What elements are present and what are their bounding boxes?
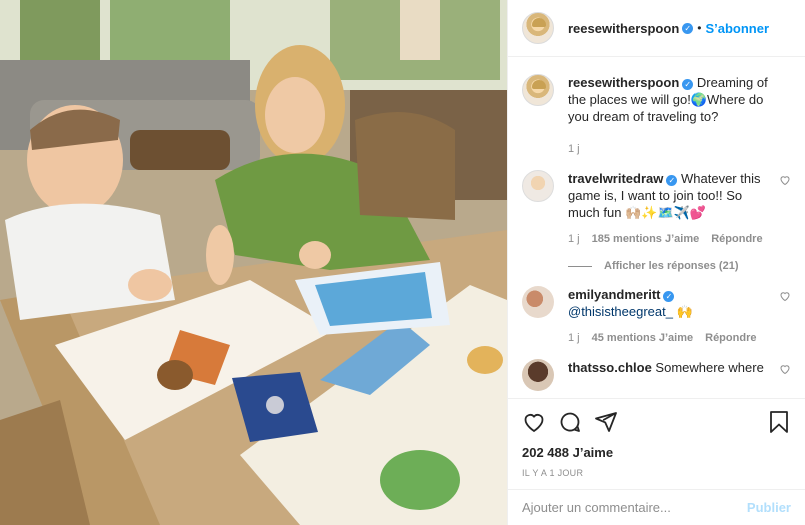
action-icons [522, 409, 791, 435]
reply-button[interactable]: Répondre [705, 330, 756, 347]
reply-button[interactable]: Répondre [711, 231, 762, 248]
caption-time[interactable]: 1 j [568, 141, 580, 158]
author-avatar[interactable] [522, 74, 554, 106]
view-replies-label: Afficher les réponses (21) [604, 260, 739, 272]
comments-list[interactable]: reesewitherspoon ✓ Dreaming of the places… [508, 58, 805, 398]
comment-composer: Publier [508, 489, 805, 525]
post-header: reesewitherspoon ✓ • S’abonner [508, 0, 805, 57]
comment-input[interactable] [522, 500, 747, 515]
post-actions: 202 488 J’aime IL Y A 1 JOUR [508, 398, 805, 478]
verified-icon: ✓ [682, 22, 694, 34]
like-count[interactable]: 202 488 J’aime [522, 445, 791, 460]
caption-username[interactable]: reesewitherspoon [568, 75, 679, 90]
comment-username[interactable]: travelwritedraw [568, 171, 663, 186]
view-replies-button[interactable]: Afficher les réponses (21) [568, 260, 791, 272]
comment-time[interactable]: 1 j [568, 231, 580, 248]
commenter-avatar[interactable] [522, 286, 554, 318]
commenter-avatar[interactable] [522, 359, 554, 391]
comment-likes[interactable]: 45 mentions J’aime [592, 330, 694, 347]
comment-time[interactable]: 1 j [568, 330, 580, 347]
comment-item: thatsso.chloe Somewhere where [522, 359, 791, 391]
author-username[interactable]: reesewitherspoon [568, 21, 679, 36]
replies-divider [568, 265, 592, 267]
bookmark-icon[interactable] [767, 410, 791, 434]
post-timestamp[interactable]: IL Y A 1 JOUR [522, 468, 791, 478]
publish-button[interactable]: Publier [747, 500, 791, 515]
verified-icon: ✓ [663, 291, 675, 302]
comment-username[interactable]: thatsso.chloe [568, 360, 652, 375]
commenter-avatar[interactable] [522, 170, 554, 202]
comment-item: travelwritedraw ✓ Whatever this game is, … [522, 170, 791, 248]
heart-icon[interactable] [779, 363, 791, 375]
verified-icon: ✓ [666, 175, 678, 186]
separator-dot: • [697, 21, 702, 35]
comment-item: emilyandmeritt ✓ @thisistheegreat_ 🙌 1 j … [522, 286, 791, 347]
heart-icon[interactable] [779, 290, 791, 302]
heart-icon[interactable] [522, 410, 546, 434]
comment-likes[interactable]: 185 mentions J’aime [592, 231, 700, 248]
share-icon[interactable] [594, 410, 618, 434]
comment-text: Somewhere where [655, 360, 764, 375]
comment-icon[interactable] [558, 410, 582, 434]
post-photo-illustration [0, 0, 507, 525]
verified-icon: ✓ [682, 79, 694, 90]
post-sidebar: reesewitherspoon ✓ • S’abonner reesewith… [507, 0, 805, 525]
post-photo[interactable] [0, 0, 507, 525]
author-avatar[interactable] [522, 12, 554, 44]
comment-username[interactable]: emilyandmeritt [568, 287, 660, 302]
heart-icon[interactable] [779, 174, 791, 186]
comment-text[interactable]: @thisistheegreat_ 🙌 [568, 304, 693, 319]
post-caption: reesewitherspoon ✓ Dreaming of the places… [522, 74, 791, 158]
follow-button[interactable]: S’abonner [705, 21, 769, 36]
